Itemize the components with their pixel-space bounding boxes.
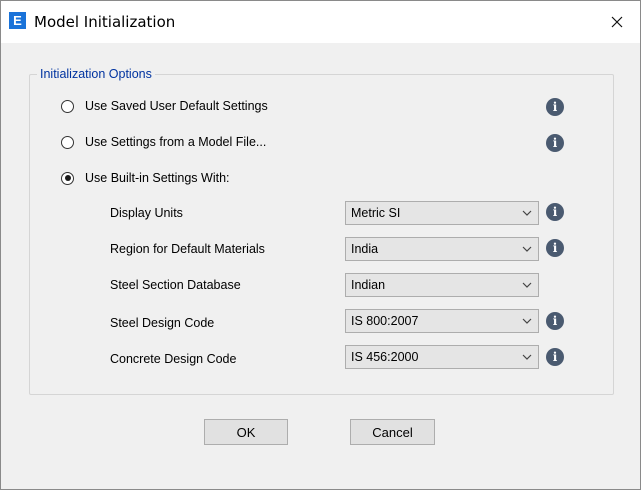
chevron-down-icon [516, 274, 538, 296]
display-units-dropdown[interactable]: Metric SI [345, 201, 539, 225]
title-bar: E Model Initialization [1, 1, 640, 43]
app-logo-icon: E [9, 12, 26, 29]
dialog-window: E Model Initialization Initialization Op… [0, 0, 641, 490]
dialog-title: Model Initialization [34, 13, 176, 31]
radio-label: Use Built-in Settings With: [85, 171, 230, 185]
chevron-down-icon [516, 310, 538, 332]
steel-design-code-dropdown[interactable]: IS 800:2007 [345, 309, 539, 333]
radio-button[interactable] [61, 135, 74, 149]
region-dropdown[interactable]: India [345, 237, 539, 261]
radio-button[interactable] [61, 99, 74, 113]
dropdown-value: Indian [351, 278, 386, 292]
concrete-design-code-label: Concrete Design Code [110, 352, 237, 366]
dropdown-value: IS 456:2000 [351, 350, 419, 364]
dropdown-value: IS 800:2007 [351, 314, 419, 328]
steel-section-db-label: Steel Section Database [110, 278, 241, 292]
info-icon[interactable]: i [546, 134, 564, 152]
radio-built-in-settings[interactable]: Use Built-in Settings With: [61, 168, 230, 188]
steel-design-code-label: Steel Design Code [110, 316, 215, 330]
dropdown-value: Metric SI [351, 206, 401, 220]
radio-label: Use Settings from a Model File... [85, 135, 267, 149]
radio-saved-user-defaults[interactable]: Use Saved User Default Settings [61, 96, 268, 116]
chevron-down-icon [516, 202, 538, 224]
display-units-label: Display Units [110, 206, 183, 220]
concrete-design-code-dropdown[interactable]: IS 456:2000 [345, 345, 539, 369]
close-button[interactable] [594, 1, 640, 43]
dropdown-value: India [351, 242, 379, 256]
radio-button-selected[interactable] [61, 171, 74, 185]
info-icon[interactable]: i [546, 98, 564, 116]
info-icon[interactable]: i [546, 203, 564, 221]
region-label: Region for Default Materials [110, 242, 265, 256]
chevron-down-icon [516, 346, 538, 368]
radio-label: Use Saved User Default Settings [85, 99, 268, 113]
steel-section-db-dropdown[interactable]: Indian [345, 273, 539, 297]
group-label: Initialization Options [37, 67, 155, 81]
radio-model-file-settings[interactable]: Use Settings from a Model File... [61, 132, 266, 152]
info-icon[interactable]: i [546, 312, 564, 330]
chevron-down-icon [516, 238, 538, 260]
info-icon[interactable]: i [546, 239, 564, 257]
info-icon[interactable]: i [546, 348, 564, 366]
cancel-button[interactable]: Cancel [350, 419, 435, 445]
close-icon [611, 16, 623, 28]
ok-button[interactable]: OK [204, 419, 288, 445]
